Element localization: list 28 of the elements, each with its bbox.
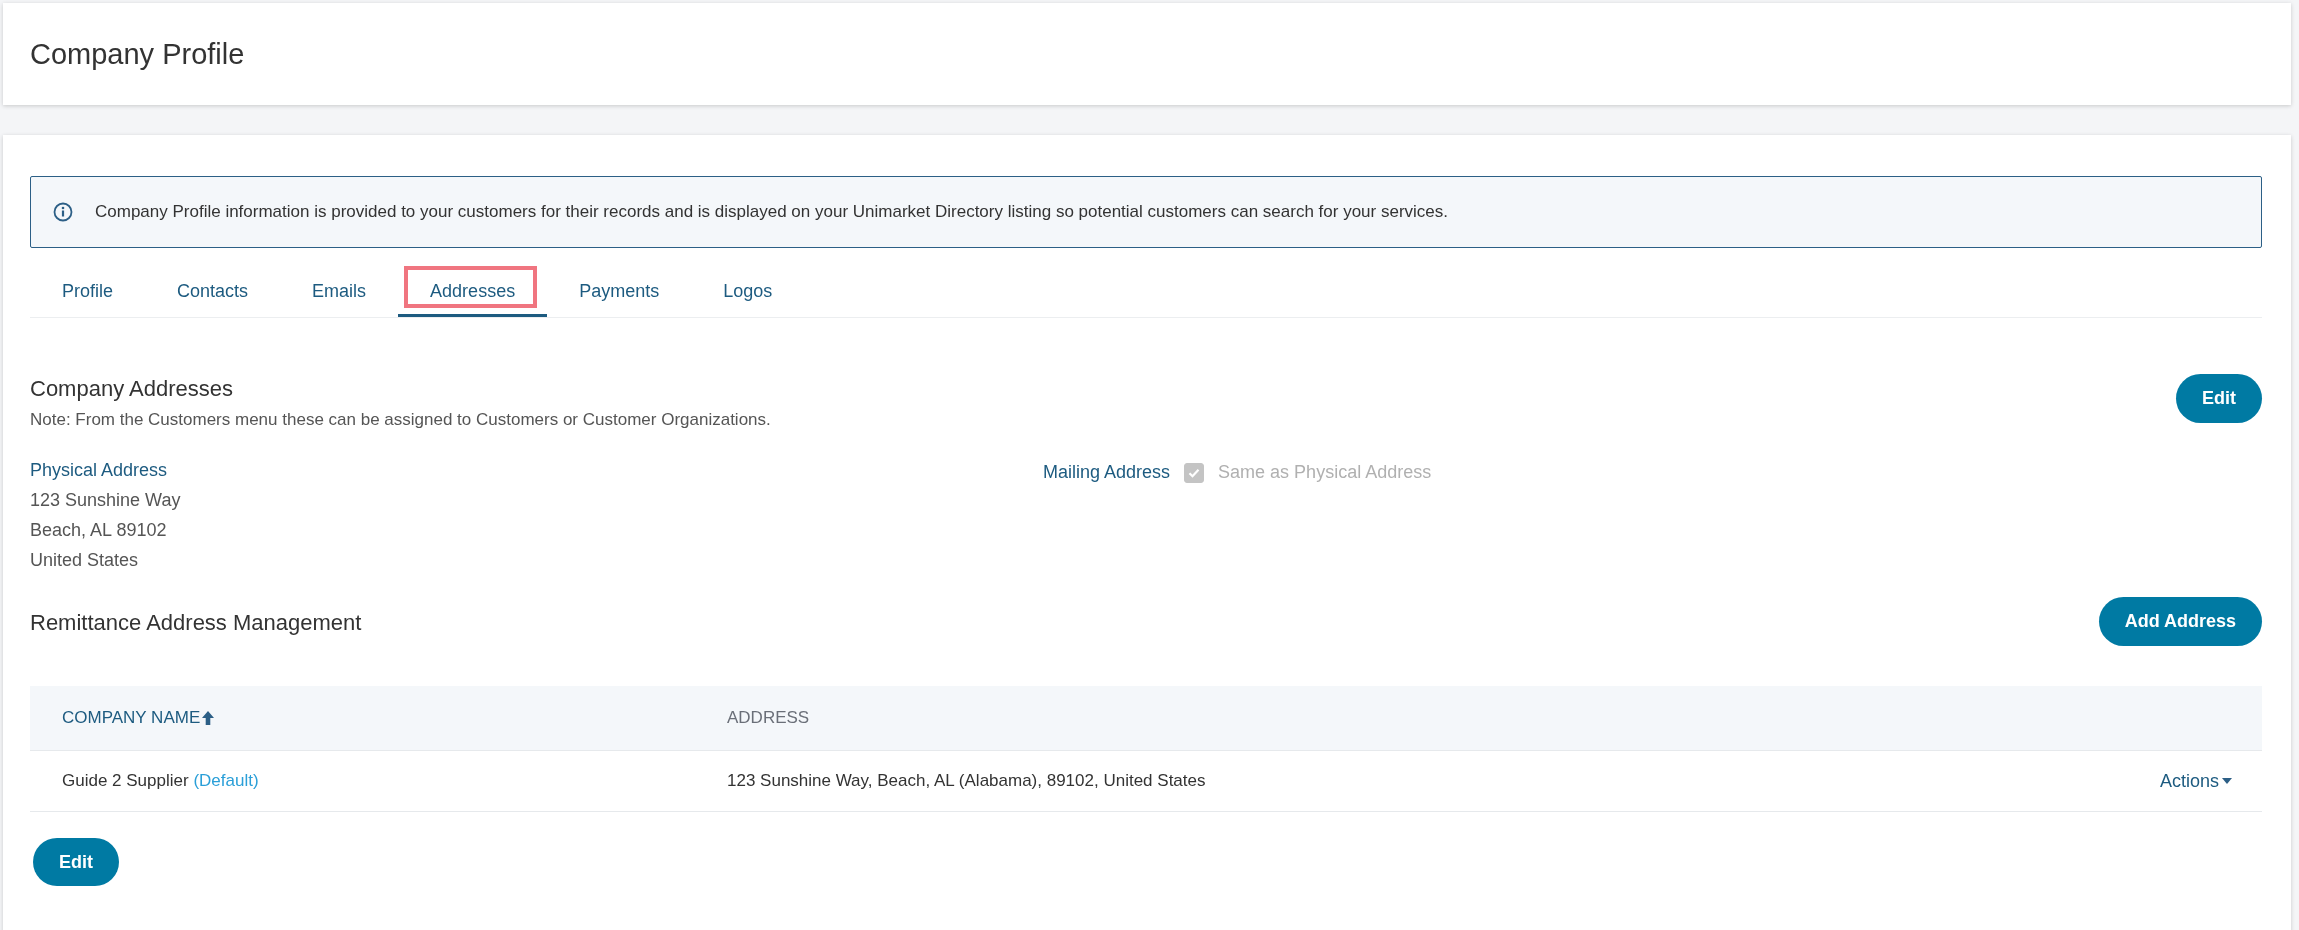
note-text: Note: From the Customers menu these can be assigned to Customers or Customer Organizations. xyxy=(30,410,771,430)
add-address-button[interactable]: Add Address xyxy=(2098,597,2262,646)
edit-button[interactable]: Edit xyxy=(2176,374,2262,423)
tab[interactable]: Logos xyxy=(691,268,805,317)
table-cell-text: Guide 2 Supplier (Default) xyxy=(61,771,260,791)
checkbox-label: Same as Physical Address xyxy=(1218,462,1432,483)
section-heading: Company Addresses xyxy=(30,376,234,402)
caret-icon xyxy=(2222,778,2232,784)
actions-dropdown[interactable]: Actions xyxy=(2159,770,2232,792)
info-text: Company Profile information is provided to your customers for their records and is displayed on your Unimarket Directory listing so potential customers can search for your services. xyxy=(95,202,1448,222)
section-heading: Remittance Address Management xyxy=(30,609,362,636)
address-label: Physical Address xyxy=(30,460,169,481)
address-label: Mailing Address xyxy=(1043,462,1171,483)
sort-arrow-icon xyxy=(202,711,215,725)
tab[interactable]: Payments xyxy=(547,268,692,317)
page-title: Company Profile xyxy=(30,37,245,71)
address-line: United States xyxy=(30,550,140,571)
tab[interactable]: Profile xyxy=(30,268,146,317)
address-line: 123 Sunshine Way xyxy=(30,490,182,511)
edit-button[interactable]: Edit xyxy=(33,838,119,886)
info-icon xyxy=(53,202,73,222)
tab[interactable]: Contacts xyxy=(145,268,281,317)
column-header[interactable]: ADDRESS xyxy=(727,708,810,728)
column-header[interactable]: COMPANY NAME xyxy=(62,708,215,728)
tab[interactable]: Addresses xyxy=(398,268,548,317)
tab[interactable]: Emails xyxy=(280,268,399,317)
address-line: Beach, AL 89102 xyxy=(30,520,168,541)
table-cell-text: 123 Sunshine Way, Beach, AL (Alabama), 89102, United States xyxy=(726,771,1207,791)
